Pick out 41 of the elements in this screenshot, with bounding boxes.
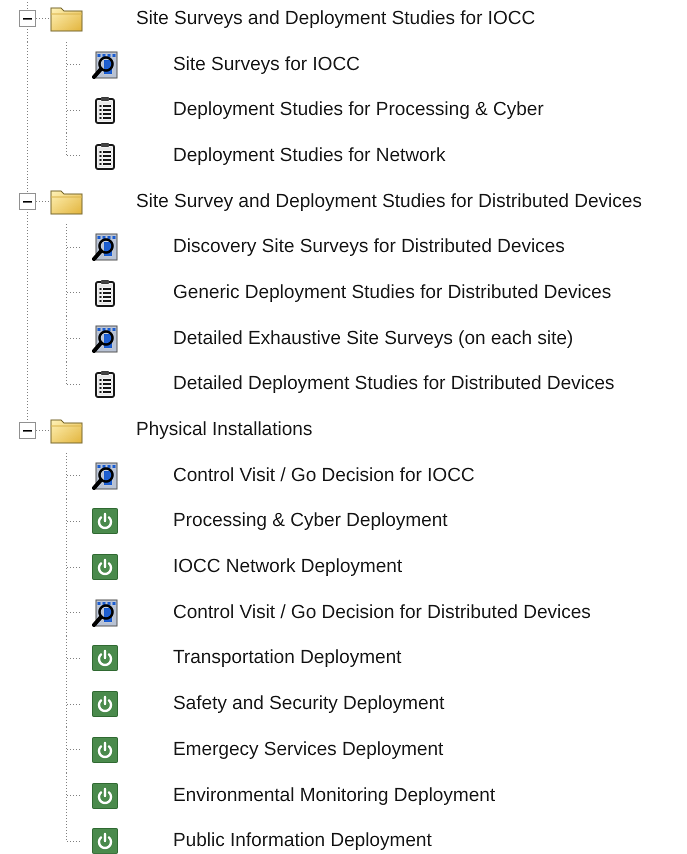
- tree-item[interactable]: Physical Installations: [136, 419, 312, 442]
- clipboard-icon: [92, 142, 118, 170]
- tree-item[interactable]: Public Information Deployment: [173, 830, 432, 852]
- folder-icon: [50, 416, 83, 444]
- tree-item[interactable]: Processing & Cyber Deployment: [173, 510, 448, 532]
- power-icon: [92, 828, 118, 854]
- collapse-toggle[interactable]: [19, 193, 36, 210]
- tree-item[interactable]: Site Survey and Deployment Studies for Distributed Devices: [136, 190, 642, 213]
- tree-item[interactable]: Environmental Monitoring Deployment: [173, 784, 496, 807]
- tree-item[interactable]: Deployment Studies for Network: [173, 144, 446, 167]
- tree-item[interactable]: Site Surveys for IOCC: [173, 54, 360, 76]
- magnifier-icon: [92, 233, 118, 262]
- tree-item[interactable]: Discovery Site Surveys for Distributed Devices: [173, 236, 565, 258]
- folder-icon: [50, 188, 83, 216]
- tree-item[interactable]: Emergecy Services Deployment: [173, 738, 444, 761]
- clipboard-icon: [92, 370, 118, 398]
- clipboard-icon: [92, 96, 118, 124]
- tree-item[interactable]: Control Visit / Go Decision for Distributed Devices: [173, 602, 591, 624]
- tree-item[interactable]: Transportation Deployment: [173, 647, 402, 670]
- magnifier-icon: [92, 50, 118, 79]
- power-icon: [92, 736, 118, 763]
- tree-item[interactable]: Site Surveys and Deployment Studies for IOCC: [136, 8, 536, 30]
- magnifier-icon: [92, 598, 118, 627]
- power-icon: [92, 554, 118, 580]
- power-icon: [92, 782, 118, 809]
- power-icon: [92, 508, 118, 534]
- power-icon: [92, 645, 118, 672]
- collapse-toggle[interactable]: [19, 422, 36, 439]
- tree-item[interactable]: IOCC Network Deployment: [173, 556, 402, 578]
- tree-item[interactable]: Deployment Studies for Processing & Cyber: [173, 99, 544, 122]
- tree-item[interactable]: Detailed Exhaustive Site Surveys (on each site): [173, 328, 574, 350]
- power-icon: [92, 691, 118, 718]
- tree-item[interactable]: Safety and Security Deployment: [173, 693, 444, 716]
- clipboard-icon: [92, 278, 118, 307]
- magnifier-icon: [92, 324, 118, 353]
- collapse-toggle[interactable]: [19, 10, 36, 28]
- tree-item[interactable]: Generic Deployment Studies for Distributed Devices: [173, 282, 612, 304]
- tree-item[interactable]: Control Visit / Go Decision for IOCC: [173, 464, 475, 487]
- tree-item[interactable]: Detailed Deployment Studies for Distributed Devices: [173, 373, 614, 396]
- folder-icon: [50, 5, 83, 32]
- magnifier-icon: [92, 462, 118, 490]
